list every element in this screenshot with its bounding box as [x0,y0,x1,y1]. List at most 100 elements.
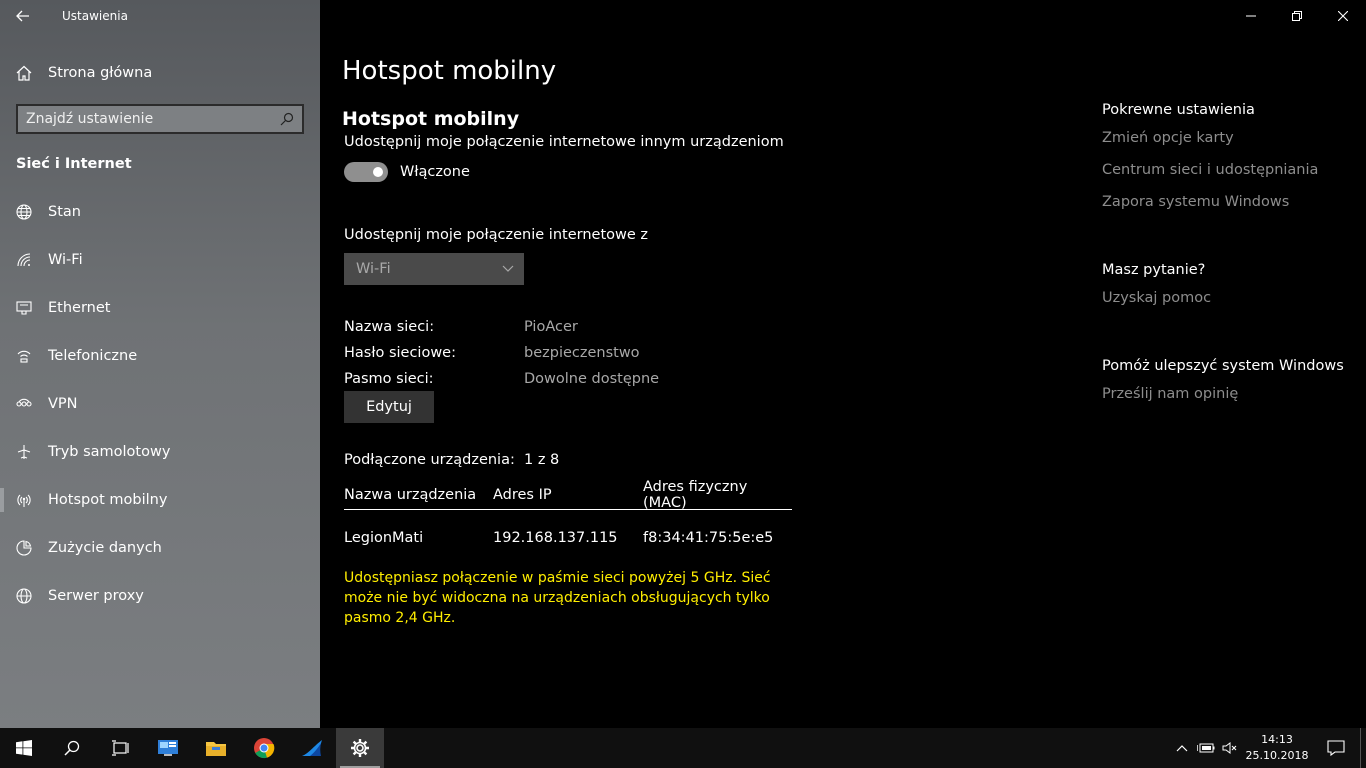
column-header-mac: Adres fizyczny (MAC) [643,478,748,511]
sidebar-item-label: Tryb samolotowy [48,444,171,460]
data-usage-icon [0,540,48,556]
question-heading: Masz pytanie? [1102,262,1206,278]
edit-button[interactable]: Edytuj [344,391,434,423]
airplane-icon [0,444,48,460]
hotspot-icon [0,492,48,508]
column-header-name: Nazwa urządzenia [344,486,477,503]
search-taskbar-button[interactable] [48,728,96,768]
app-title: Ustawienia [62,9,128,23]
section-heading: Hotspot mobilny [342,108,520,130]
sidebar-item-airplane[interactable]: Tryb samolotowy [0,428,320,476]
link-network-center[interactable]: Centrum sieci i udostępniania [1102,162,1362,182]
sidebar-item-data-usage[interactable]: Zużycie danych [0,524,320,572]
tray-overflow-button[interactable] [1170,728,1194,768]
task-view-button[interactable] [96,728,144,768]
control-panel-icon [158,740,178,756]
close-icon [1338,11,1348,21]
sidebar-item-wifi[interactable]: Wi-Fi [0,236,320,284]
back-button[interactable] [0,0,46,32]
sidebar-item-vpn[interactable]: VPN [0,380,320,428]
clock-date: 25.10.2018 [1245,749,1309,762]
page-title: Hotspot mobilny [342,56,557,86]
proxy-globe-icon [0,588,48,604]
action-center-button[interactable] [1312,728,1360,768]
close-button[interactable] [1320,0,1366,32]
show-desktop-button[interactable] [1360,728,1366,768]
window-controls [1228,0,1366,32]
taskbar-chrome[interactable] [240,728,288,768]
sidebar-item-ethernet[interactable]: Ethernet [0,284,320,332]
hotspot-toggle[interactable] [344,162,388,182]
share-from-value: Wi-Fi [356,261,391,277]
band-warning: Udostępniasz połączenie w paśmie sieci p… [344,570,771,626]
search-box[interactable] [16,104,304,134]
taskbar-settings[interactable] [336,728,384,768]
share-description: Udostępnij moje połączenie internetowe i… [344,134,784,150]
related-settings: Pokrewne ustawienia Zmień opcje karty Ce… [1102,102,1362,406]
restore-button[interactable] [1274,0,1320,32]
link-adapter-options[interactable]: Zmień opcje karty [1102,130,1362,150]
band-label: Pasmo sieci: [344,371,434,387]
toggle-knob [373,167,383,177]
battery-button[interactable] [1194,728,1218,768]
main-content: Hotspot mobilny Hotspot mobilny Udostępn… [320,0,1366,728]
settings-sidebar: Ustawienia Strona główna Sieć i Internet… [0,0,320,728]
search-input[interactable] [26,111,280,127]
connected-label: Podłączone urządzenia: [344,452,515,468]
related-heading: Pokrewne ustawienia [1102,102,1255,118]
chrome-icon [254,738,275,759]
sidebar-item-dialup[interactable]: Telefoniczne [0,332,320,380]
device-mac: f8:34:41:75:5e:e5 [643,530,774,546]
taskbar-clock[interactable]: 14:13 25.10.2018 [1242,732,1312,764]
network-name-label: Nazwa sieci: [344,319,435,335]
system-tray: 14:13 25.10.2018 [1170,728,1366,768]
windows-logo-icon [16,740,32,756]
sidebar-item-label: Serwer proxy [48,588,144,604]
taskbar-app-fin[interactable] [288,728,336,768]
fin-app-icon [302,740,322,756]
title-bar: Ustawienia [0,0,320,32]
gear-icon [351,739,369,757]
volume-button[interactable] [1218,728,1242,768]
home-icon [0,65,48,81]
device-name: LegionMati [344,530,424,546]
taskbar-control-panel[interactable] [144,728,192,768]
device-ip: 192.168.137.115 [493,530,618,546]
minimize-button[interactable] [1228,0,1274,32]
devices-table: Nazwa urządzenia Adres IP Adres fizyczny… [344,478,792,566]
column-header-ip: Adres IP [493,486,552,503]
table-header: Nazwa urządzenia Adres IP Adres fizyczny… [344,478,792,511]
nav-home-label: Strona główna [48,65,153,81]
sidebar-item-label: Hotspot mobilny [48,492,168,508]
link-feedback[interactable]: Prześlij nam opinię [1102,386,1362,406]
link-firewall[interactable]: Zapora systemu Windows [1102,194,1362,214]
password-row: Hasło sieciowe: bezpieczenstwo [344,340,744,366]
network-info: Nazwa sieci: PioAcer Hasło sieciowe: bez… [344,314,744,392]
connected-devices-row: Podłączone urządzenia: 1 z 8 [344,452,559,468]
password-value: bezpieczenstwo [524,345,640,361]
ethernet-icon [0,300,48,316]
sidebar-item-status[interactable]: Stan [0,188,320,236]
sidebar-item-hotspot[interactable]: Hotspot mobilny [0,476,320,524]
link-get-help[interactable]: Uzyskaj pomoc [1102,290,1362,310]
hotspot-toggle-row: Włączone [344,162,470,182]
taskbar-file-explorer[interactable] [192,728,240,768]
password-label: Hasło sieciowe: [344,345,456,361]
chevron-up-icon [1176,745,1188,752]
wifi-icon [0,252,48,268]
nav-home[interactable]: Strona główna [0,56,320,90]
nav-list: Stan Wi-Fi Ethernet Telefoniczne VPN Try… [0,188,320,620]
share-from-label: Udostępnij moje połączenie internetowe z [344,227,648,243]
volume-muted-icon [1222,742,1237,754]
sidebar-item-label: Ethernet [48,300,111,316]
table-row: LegionMati 192.168.137.115 f8:34:41:75:5… [344,510,792,566]
back-arrow-icon [16,10,29,22]
vpn-icon [0,396,48,412]
notification-icon [1327,740,1345,756]
sidebar-item-label: VPN [48,396,78,412]
chevron-down-icon [502,265,514,272]
share-from-dropdown[interactable]: Wi-Fi [344,253,524,285]
start-button[interactable] [0,728,48,768]
globe-icon [0,204,48,220]
sidebar-item-proxy[interactable]: Serwer proxy [0,572,320,620]
